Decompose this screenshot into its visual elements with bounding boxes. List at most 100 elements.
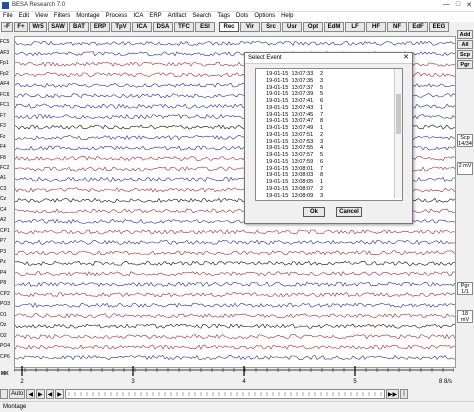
toolbar-button-esi[interactable]: ESI xyxy=(195,22,215,32)
event-list[interactable]: 19-01-15 13:07:33 2 19-01-15 13:07:35 3 19-0… xyxy=(255,68,403,201)
channel-label-f7[interactable]: F7 xyxy=(0,113,6,119)
next-page-button[interactable]: ▶ xyxy=(35,389,45,399)
toolbar-button-ica[interactable]: ICA xyxy=(132,22,152,32)
marker-label: MK xyxy=(1,371,9,377)
toolbar-button-src[interactable]: Src xyxy=(261,22,281,32)
toolbar-button-opt[interactable]: Opt xyxy=(303,22,323,32)
toolbar-button-f[interactable]: -F xyxy=(1,22,13,32)
toolbar-button-lf[interactable]: LF xyxy=(345,22,365,32)
menu-erp[interactable]: ERP xyxy=(146,12,164,22)
scp-button[interactable]: Scp xyxy=(457,50,473,59)
toolbar-button-eeg[interactable]: EEG xyxy=(429,22,449,32)
trace-cp6 xyxy=(14,354,456,361)
channel-label-p8[interactable]: P8 xyxy=(0,280,6,286)
dialog-close-icon[interactable]: ✕ xyxy=(403,53,409,63)
toolbar-button-rec[interactable]: Rec xyxy=(219,22,239,32)
time-scrollbar[interactable] xyxy=(64,389,385,399)
add-button[interactable]: Add xyxy=(457,30,473,39)
menu-filters[interactable]: Filters xyxy=(51,12,73,22)
menu-view[interactable]: View xyxy=(32,12,51,22)
channel-label-p3[interactable]: P3 xyxy=(0,249,6,255)
scale-top[interactable]: 2 mV xyxy=(457,162,473,175)
prev-step-button[interactable]: ◀ xyxy=(45,389,55,399)
toolbar-button-dsa[interactable]: DSA xyxy=(153,22,173,32)
channel-label-fc6[interactable]: FC6 xyxy=(0,92,9,98)
ok-button[interactable]: Ok xyxy=(303,207,325,217)
time-end-label: 8 8/s xyxy=(439,379,452,385)
channel-label-fc5[interactable]: FC5 xyxy=(0,39,9,45)
channel-label-fp1[interactable]: Fp1 xyxy=(0,60,9,66)
event-row[interactable]: 19-01-15 13:08:09 3 xyxy=(256,193,394,200)
fast-forward-button[interactable]: ▶▶ xyxy=(385,389,400,399)
channel-label-fz[interactable]: Fz xyxy=(0,134,6,140)
channel-label-fc2[interactable]: FC2 xyxy=(0,165,9,171)
all-button[interactable]: All xyxy=(457,40,473,49)
scale-bottom[interactable]: 18 mV xyxy=(457,310,473,323)
channel-label-o1[interactable]: O1 xyxy=(0,312,7,318)
channel-label-po4[interactable]: PO4 xyxy=(0,343,10,349)
toolbar-button-nf[interactable]: NF xyxy=(387,22,407,32)
channel-label-cp2[interactable]: CP2 xyxy=(0,291,10,297)
minimize-button[interactable]: — xyxy=(443,1,450,9)
channel-label-c3[interactable]: C3 xyxy=(0,186,6,192)
time-tick-label: 2 xyxy=(20,379,24,385)
menu-help[interactable]: Help xyxy=(278,12,296,22)
menu-edit[interactable]: Edit xyxy=(16,12,32,22)
menu-artifact[interactable]: Artifact xyxy=(165,12,190,22)
channel-label-cp6[interactable]: CP6 xyxy=(0,354,10,360)
channel-label-pz[interactable]: Pz xyxy=(0,259,6,265)
maximize-button[interactable]: □ xyxy=(456,1,460,9)
channel-label-a1[interactable]: A1 xyxy=(0,175,6,181)
channel-label-c4[interactable]: C4 xyxy=(0,207,6,213)
trace-o1 xyxy=(14,313,456,319)
channel-label-cp1[interactable]: CP1 xyxy=(0,228,10,234)
channel-label-f4[interactable]: F4 xyxy=(0,144,6,150)
channel-label-fp2[interactable]: Fp2 xyxy=(0,71,9,77)
menu-dots[interactable]: Dots xyxy=(233,12,251,22)
toolbar-button-hf[interactable]: HF xyxy=(366,22,386,32)
channel-label-f3[interactable]: F3 xyxy=(0,123,6,129)
toolbar-button-edm[interactable]: EdM xyxy=(324,22,344,32)
toolbar-button-wr5[interactable]: Wr5 xyxy=(29,22,47,32)
channel-label-cz[interactable]: Cz xyxy=(0,196,6,202)
channel-label-oz[interactable]: Oz xyxy=(0,322,6,328)
pgr-button[interactable]: Pgr xyxy=(457,60,473,69)
close-button[interactable]: ✕ xyxy=(466,1,472,9)
scroll-thumb[interactable] xyxy=(396,94,401,134)
channel-label-o2[interactable]: O2 xyxy=(0,333,7,339)
toolbar-button-erp[interactable]: ERP xyxy=(90,22,110,32)
trace-p4 xyxy=(14,271,456,277)
trace-fc5 xyxy=(14,40,456,46)
cancel-button[interactable]: Cancel xyxy=(336,207,362,217)
toolbar-button-saw[interactable]: SAW xyxy=(48,22,68,32)
toolbar-button-f[interactable]: F+ xyxy=(14,22,28,32)
channel-label-a2[interactable]: A2 xyxy=(0,217,6,223)
event-list-scrollbar[interactable] xyxy=(394,69,402,198)
channel-label-fc1[interactable]: FC1 xyxy=(0,102,9,108)
menu-file[interactable]: File xyxy=(0,12,16,22)
toolbar-button-vir[interactable]: Vir xyxy=(240,22,260,32)
channel-label-po3[interactable]: PO3 xyxy=(0,301,10,307)
toolbar-button-bat[interactable]: BAT xyxy=(69,22,89,32)
end-button[interactable]: | xyxy=(400,389,409,399)
toolbar-button-tpv[interactable]: TpV xyxy=(111,22,131,32)
auto-button[interactable]: Auto xyxy=(9,389,26,399)
channel-label-f8[interactable]: F8 xyxy=(0,155,6,161)
toolbar-button-tfc[interactable]: TFC xyxy=(174,22,194,32)
menu-options[interactable]: Options xyxy=(251,12,278,22)
toolbar-button-usr[interactable]: Usr xyxy=(282,22,302,32)
menu-process[interactable]: Process xyxy=(103,12,131,22)
next-step-button[interactable]: ▶ xyxy=(55,389,64,399)
prev-page-button[interactable]: ◀ xyxy=(26,389,35,399)
channel-label-af4[interactable]: AF4 xyxy=(0,81,9,87)
channel-label-p7[interactable]: P7 xyxy=(0,238,6,244)
channel-label-af3[interactable]: AF3 xyxy=(0,50,9,56)
channel-label-p4[interactable]: P4 xyxy=(0,270,6,276)
checkbox[interactable] xyxy=(0,389,8,399)
menu-tags[interactable]: Tags xyxy=(214,12,233,22)
menu-ica[interactable]: ICA xyxy=(130,12,146,22)
toolbar-button-edf[interactable]: EdF xyxy=(408,22,428,32)
channel-labels: FC5 AF3 Fp1 Fp2 AF4 FC6 FC1 F7 F3 Fz F4 F8 FC2 A1 C3 Cz… xyxy=(0,36,14,366)
menu-montage[interactable]: Montage xyxy=(73,12,102,22)
menu-search[interactable]: Search xyxy=(189,12,214,22)
